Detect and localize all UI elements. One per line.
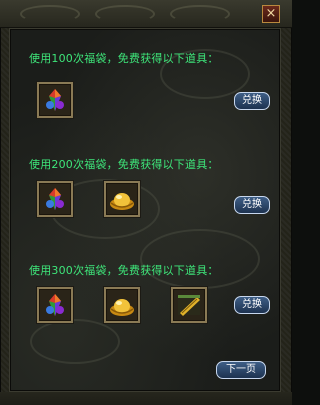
reward-tier-label: 使用100次福袋，免费获得以下道具： [29, 52, 219, 65]
title-bar [0, 0, 292, 28]
reward-slot[interactable] [104, 287, 140, 323]
scroll-icon [178, 295, 200, 316]
reward-slot[interactable] [104, 181, 140, 217]
cloud-decoration [30, 319, 120, 364]
redeem-button[interactable]: 兑换 [234, 196, 270, 214]
reward-slot[interactable] [37, 287, 73, 323]
redeem-button[interactable]: 兑换 [234, 92, 270, 110]
close-button[interactable]: × [262, 5, 280, 23]
reward-slot[interactable] [37, 181, 73, 217]
gem-bag-icon [46, 188, 64, 210]
reward-tier-label: 使用200次福袋，免费获得以下道具： [29, 158, 219, 171]
reward-slot[interactable] [37, 82, 73, 118]
title-ornament [170, 5, 230, 23]
gold-ingot-icon [110, 299, 134, 316]
redeem-button[interactable]: 兑换 [234, 296, 270, 314]
next-page-button[interactable]: 下一页 [216, 361, 266, 379]
cloud-decoration [140, 229, 260, 289]
gold-ingot-icon [110, 193, 134, 210]
reward-tier-label: 使用300次福袋，免费获得以下道具： [29, 264, 219, 277]
title-ornament [95, 5, 155, 23]
reward-slot[interactable] [171, 287, 207, 323]
bottom-ornament [0, 392, 292, 405]
gem-bag-icon [46, 89, 64, 111]
gem-bag-icon [46, 294, 64, 316]
title-ornament [20, 5, 80, 23]
